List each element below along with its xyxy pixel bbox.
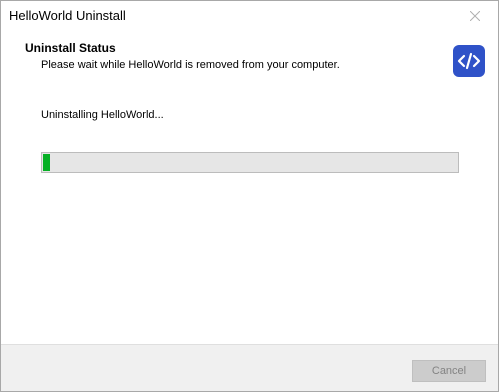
close-button[interactable] bbox=[452, 1, 498, 31]
title-bar[interactable]: HelloWorld Uninstall bbox=[1, 1, 498, 31]
button-bar: Cancel bbox=[1, 344, 498, 391]
header-panel: Uninstall Status Please wait while Hello… bbox=[1, 31, 498, 91]
code-brackets-icon bbox=[453, 45, 485, 77]
header-subtitle: Please wait while HelloWorld is removed … bbox=[41, 59, 340, 71]
cancel-button[interactable]: Cancel bbox=[412, 360, 486, 382]
window-title: HelloWorld Uninstall bbox=[9, 8, 126, 23]
status-text: Uninstalling HelloWorld... bbox=[41, 109, 164, 121]
close-icon bbox=[470, 11, 480, 21]
header-title: Uninstall Status bbox=[25, 41, 116, 55]
uninstall-dialog: HelloWorld Uninstall Uninstall Status Pl… bbox=[0, 0, 499, 392]
progress-fill bbox=[43, 154, 51, 171]
progress-bar bbox=[41, 152, 459, 173]
